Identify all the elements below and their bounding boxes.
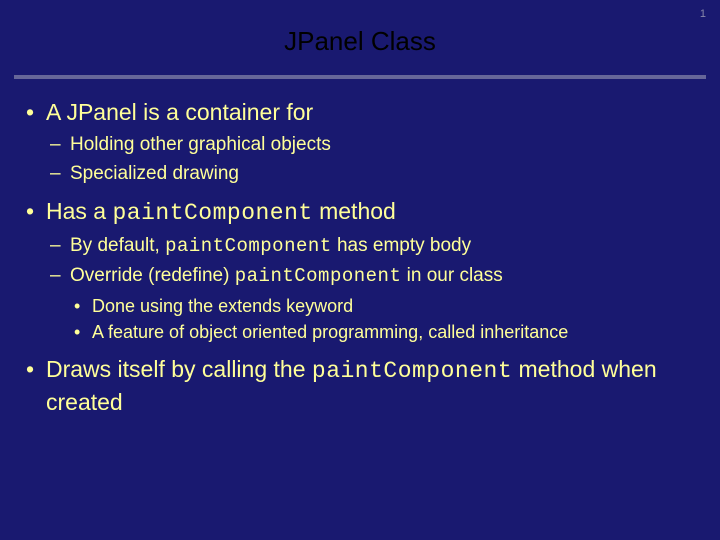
bullet-3: Draws itself by calling the paintCompone… [20,354,704,418]
bullet-2-sub-1: By default, paintComponent has empty bod… [46,233,704,260]
bullet-1-sublist: Holding other graphical objects Speciali… [46,132,704,186]
bullet-3-code: paintComponent [312,358,512,384]
bullet-2-text-a: Has a [46,198,112,224]
bullet-1-sub-1: Holding other graphical objects [46,132,704,158]
bullet-2-sub-1-a: By default, [70,235,165,256]
slide-body: A JPanel is a container for Holding othe… [0,97,720,418]
bullet-2-sub-2-sublist: Done using the extends keyword A feature… [70,294,704,345]
bullet-2-text-b: method [313,198,396,224]
bullet-3-text-a: Draws itself by calling the [46,356,312,382]
bullet-1-sub-2: Specialized drawing [46,161,704,187]
bullet-list: A JPanel is a container for Holding othe… [20,97,704,418]
bullet-2-sublist: By default, paintComponent has empty bod… [46,233,704,344]
bullet-1-text: A JPanel is a container for [46,99,313,125]
bullet-2-sub-2-b: in our class [401,265,502,286]
bullet-2-sub-2-a: Override (redefine) [70,265,235,286]
bullet-2-sub-1-code: paintComponent [165,235,332,257]
title-divider [14,75,706,79]
bullet-1: A JPanel is a container for Holding othe… [20,97,704,186]
bullet-2-sub-2-t1: Done using the extends keyword [70,294,704,318]
bullet-2-code: paintComponent [112,200,312,226]
bullet-2: Has a paintComponent method By default, … [20,196,704,344]
bullet-2-sub-2-t2: A feature of object oriented programming… [70,320,704,344]
bullet-2-sub-2-code: paintComponent [235,265,402,287]
page-number: 1 [700,8,706,20]
slide-title: JPanel Class [0,0,720,75]
bullet-2-sub-1-b: has empty body [332,235,471,256]
bullet-2-sub-2: Override (redefine) paintComponent in ou… [46,263,704,344]
